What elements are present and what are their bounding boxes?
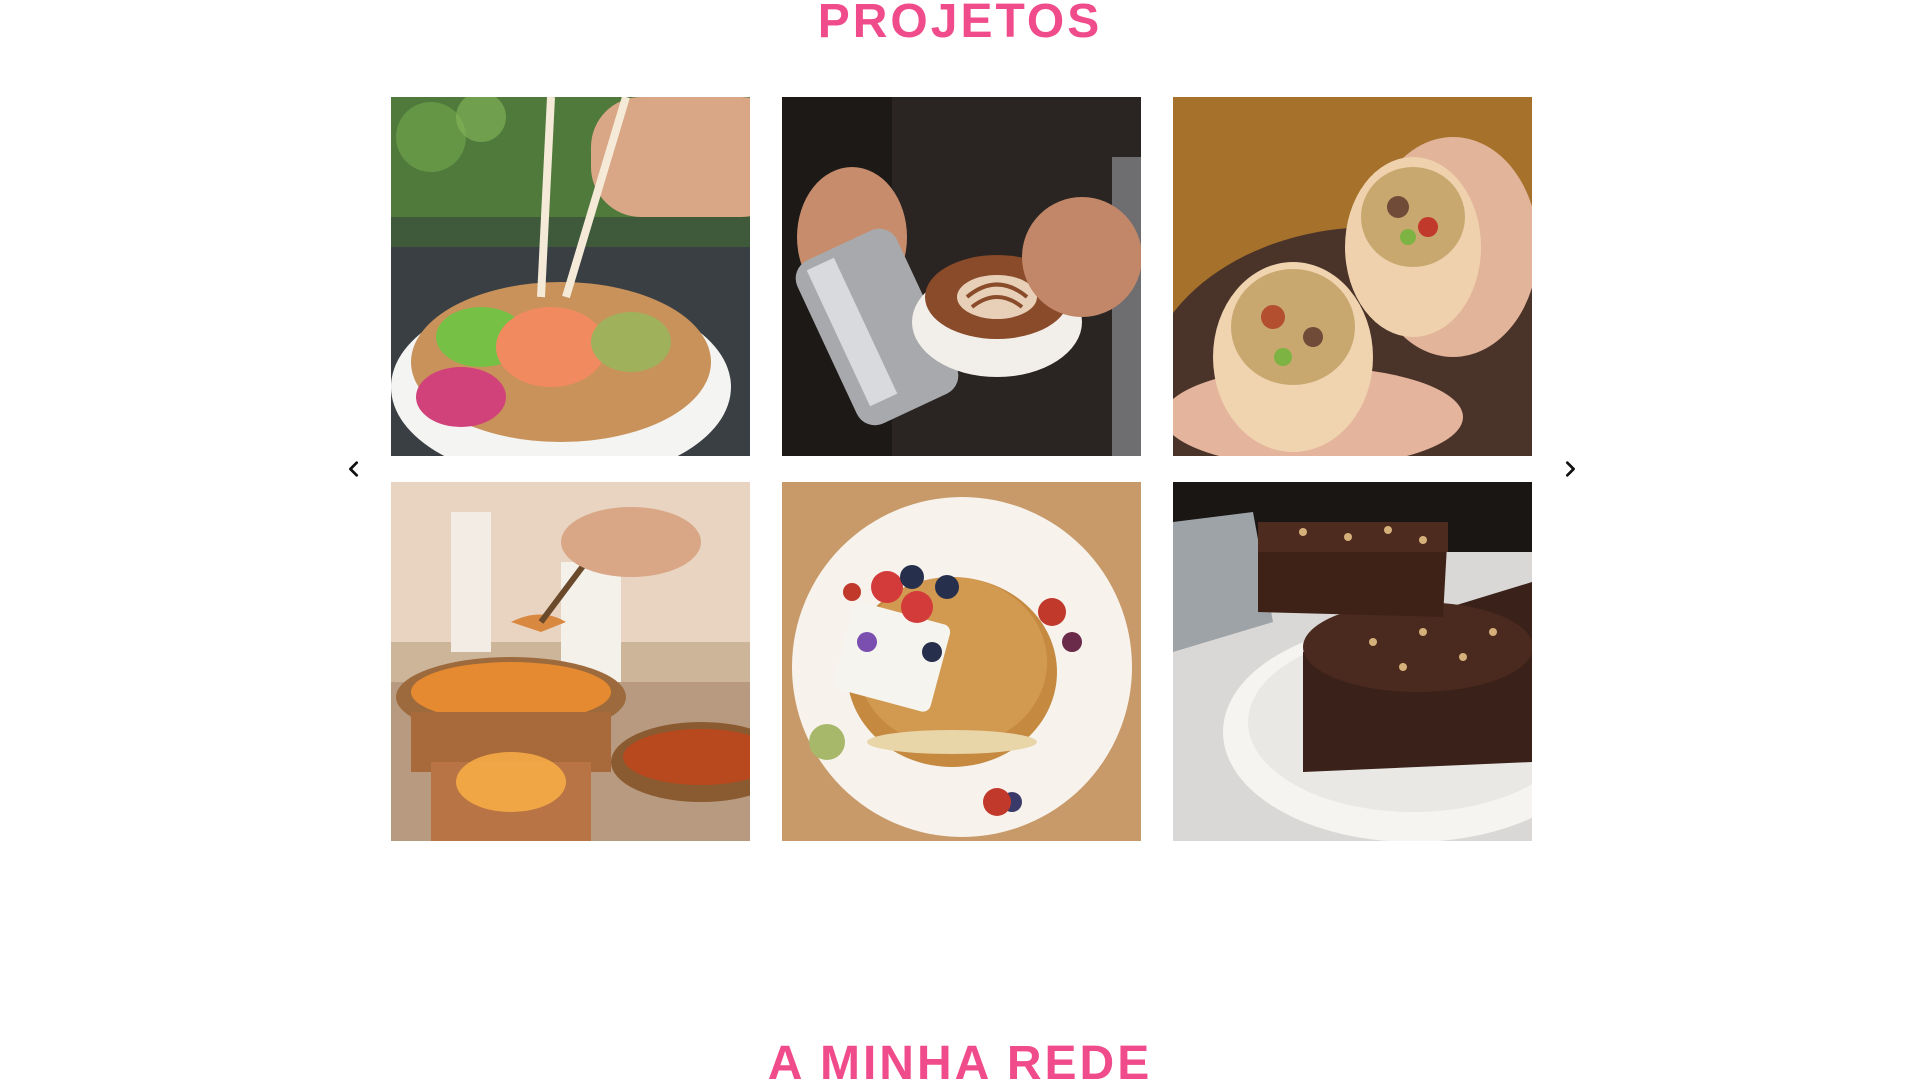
pancakes-image (782, 482, 1141, 841)
gallery-item-curry[interactable] (391, 482, 750, 841)
burrito-image (1173, 97, 1532, 456)
gallery-next-button[interactable] (1553, 452, 1587, 486)
gallery-item-pancakes[interactable] (782, 482, 1141, 841)
gallery-item-burrito[interactable] (1173, 97, 1532, 456)
latte-art-image (782, 97, 1141, 456)
chevron-left-icon (349, 461, 359, 477)
gallery-item-poke-bowl[interactable] (391, 97, 750, 456)
chevron-right-icon (1565, 461, 1575, 477)
gallery-prev-button[interactable] (337, 452, 371, 486)
projects-gallery (391, 97, 1533, 841)
network-section-title: A MINHA REDE (767, 1037, 1153, 1079)
chocolate-cake-image (1173, 482, 1532, 841)
poke-bowl-image (391, 97, 750, 456)
projects-section-title: PROJETOS (817, 0, 1103, 48)
page: PROJETOS A MINHA REDE (0, 0, 1920, 1079)
gallery-item-latte-art[interactable] (782, 97, 1141, 456)
curry-image (391, 482, 750, 841)
gallery-item-chocolate-cake[interactable] (1173, 482, 1532, 841)
